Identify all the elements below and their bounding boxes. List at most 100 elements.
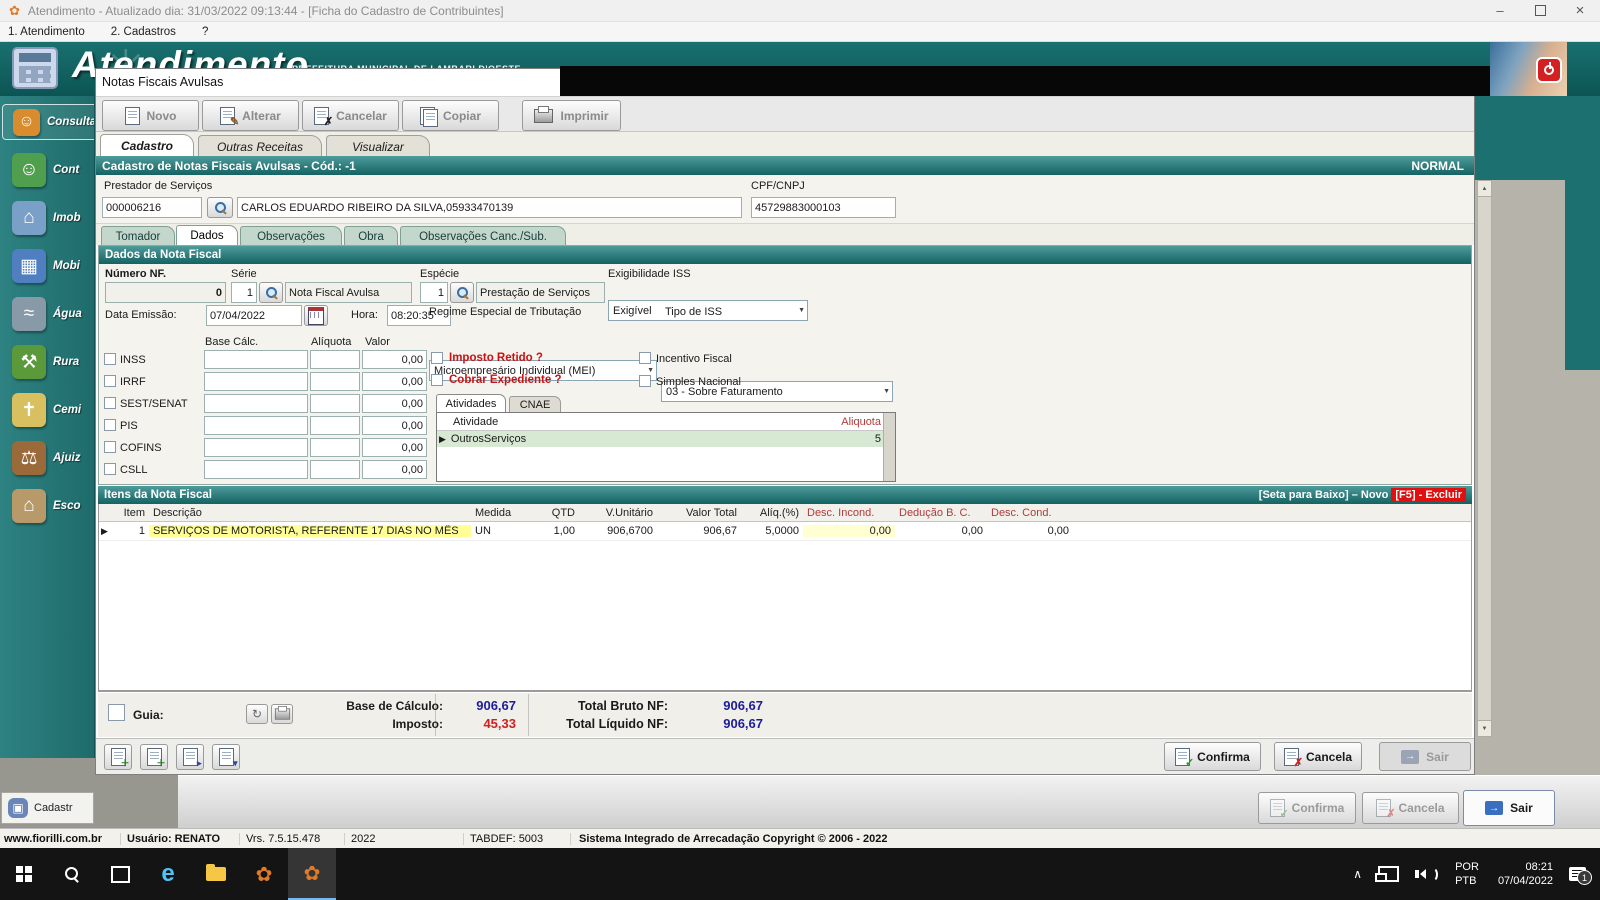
- pis-checkbox[interactable]: [104, 419, 116, 431]
- scroll-up-button[interactable]: ▲: [1478, 181, 1491, 197]
- alterar-button[interactable]: ✎ Alterar: [202, 100, 299, 131]
- atividades-scroll-strip[interactable]: [883, 413, 895, 481]
- data-emissao-field[interactable]: 07/04/2022: [206, 305, 302, 326]
- tab-tomador[interactable]: Tomador: [101, 226, 175, 246]
- sidebar-item-ajuizamento[interactable]: ⚖ Ajuiz: [2, 436, 94, 480]
- irrf-checkbox[interactable]: [104, 375, 116, 387]
- tab-outras-receitas[interactable]: Outras Receitas: [198, 135, 322, 157]
- record-nav-button-2[interactable]: ＋: [140, 744, 168, 770]
- outer-cancela-button[interactable]: ✗ Cancela: [1362, 792, 1459, 824]
- tab-cnae[interactable]: CNAE: [509, 396, 561, 412]
- sidebar-item-cemiterio[interactable]: ✝ Cemi: [2, 388, 94, 432]
- sidebar-item-imobiliario[interactable]: ⌂ Imob: [2, 196, 94, 240]
- incentivo-fiscal-checkbox[interactable]: [639, 352, 651, 364]
- prestador-codigo-field[interactable]: 000006216: [102, 197, 202, 218]
- cofins-aliquota-field[interactable]: [310, 438, 360, 457]
- record-nav-button-4[interactable]: ▾: [212, 744, 240, 770]
- confirma-button[interactable]: ✓ Confirma: [1164, 742, 1261, 771]
- sidebar-item-consulta[interactable]: ☺ Consulta: [2, 104, 94, 140]
- csll-base-field[interactable]: [204, 460, 308, 479]
- minimize-button[interactable]: –: [1480, 3, 1520, 18]
- start-button[interactable]: [0, 848, 48, 900]
- csll-valor-field[interactable]: 0,00: [362, 460, 427, 479]
- vertical-scrollbar[interactable]: ▲ ▼: [1477, 180, 1492, 737]
- tab-atividades[interactable]: Atividades: [436, 394, 506, 412]
- maximize-button[interactable]: [1520, 5, 1560, 16]
- csll-aliquota-field[interactable]: [310, 460, 360, 479]
- close-button[interactable]: ×: [1560, 2, 1600, 19]
- sest-aliquota-field[interactable]: [310, 394, 360, 413]
- menu-help[interactable]: ?: [202, 26, 208, 38]
- irrf-valor-field[interactable]: 0,00: [362, 372, 427, 391]
- novo-button[interactable]: Novo: [102, 100, 199, 131]
- tab-observacoes[interactable]: Observações: [240, 226, 342, 246]
- pis-aliquota-field[interactable]: [310, 416, 360, 435]
- tray-volume-button[interactable]: [1407, 848, 1446, 900]
- serie-field[interactable]: 1: [231, 282, 257, 303]
- cancelar-button[interactable]: ✗ Cancelar: [302, 100, 399, 131]
- calendar-button[interactable]: [304, 305, 328, 326]
- cobrar-expediente-checkbox[interactable]: [431, 374, 443, 386]
- taskbar-app1-button[interactable]: ✿: [240, 848, 288, 900]
- menu-cadastros[interactable]: 2. Cadastros: [111, 26, 176, 38]
- inss-aliquota-field[interactable]: [310, 350, 360, 369]
- taskbar-edge-button[interactable]: e: [144, 848, 192, 900]
- imprimir-button[interactable]: Imprimir: [522, 100, 621, 131]
- csll-checkbox[interactable]: [104, 463, 116, 475]
- guia-checkbox[interactable]: [108, 704, 125, 721]
- record-nav-button-3[interactable]: ▸: [176, 744, 204, 770]
- sest-valor-field[interactable]: 0,00: [362, 394, 427, 413]
- sair-button[interactable]: → Sair: [1379, 742, 1471, 771]
- cofins-valor-field[interactable]: 0,00: [362, 438, 427, 457]
- guia-refresh-button[interactable]: ↻: [246, 704, 268, 724]
- cancela-button[interactable]: ✗ Cancela: [1274, 742, 1362, 771]
- sidebar-item-mobiliario[interactable]: ▦ Mobi: [2, 244, 94, 288]
- pis-base-field[interactable]: [204, 416, 308, 435]
- tray-language[interactable]: POR PTB: [1446, 848, 1488, 900]
- tab-observacoes-canc[interactable]: Observações Canc./Sub.: [400, 226, 566, 246]
- taskbar-app2-button[interactable]: ✿: [288, 848, 336, 900]
- irrf-aliquota-field[interactable]: [310, 372, 360, 391]
- tray-clock[interactable]: 08:21 07/04/2022: [1488, 848, 1563, 900]
- cofins-checkbox[interactable]: [104, 441, 116, 453]
- sidebar-item-cadastro[interactable]: ▣ Cadastr: [1, 792, 94, 824]
- especie-search-button[interactable]: [450, 282, 474, 303]
- imposto-retido-checkbox[interactable]: [431, 352, 443, 364]
- especie-field[interactable]: 1: [420, 282, 448, 303]
- taskbar-search-button[interactable]: [48, 848, 96, 900]
- tab-cadastro[interactable]: Cadastro: [100, 134, 194, 157]
- sidebar-item-rural[interactable]: ⚒ Rura: [2, 340, 94, 384]
- inss-base-field[interactable]: [204, 350, 308, 369]
- serie-search-button[interactable]: [259, 282, 283, 303]
- tray-chevron-button[interactable]: ∧: [1345, 848, 1370, 900]
- menu-atendimento[interactable]: 1. Atendimento: [8, 26, 85, 38]
- pis-valor-field[interactable]: 0,00: [362, 416, 427, 435]
- sest-base-field[interactable]: [204, 394, 308, 413]
- numero-nf-field[interactable]: 0: [105, 282, 226, 303]
- cpf-cnpj-field[interactable]: 45729883000103: [751, 197, 896, 218]
- prestador-nome-field[interactable]: CARLOS EDUARDO RIBEIRO DA SILVA,05933470…: [237, 197, 742, 218]
- sidebar-item-escola[interactable]: ⌂ Esco: [2, 484, 94, 528]
- inss-valor-field[interactable]: 0,00: [362, 350, 427, 369]
- tab-dados[interactable]: Dados: [176, 225, 238, 246]
- guia-print-button[interactable]: [271, 704, 293, 724]
- scroll-down-button[interactable]: ▼: [1478, 720, 1491, 736]
- atividade-row[interactable]: ▶ OutrosServiços 5: [437, 431, 895, 447]
- tab-visualizar[interactable]: Visualizar: [326, 135, 430, 157]
- action-center-button[interactable]: 1: [1563, 848, 1600, 900]
- tray-network-button[interactable]: [1370, 848, 1407, 900]
- outer-sair-button[interactable]: → Sair: [1463, 790, 1555, 826]
- record-nav-button-1[interactable]: ＋: [104, 744, 132, 770]
- copiar-button[interactable]: Copiar: [402, 100, 499, 131]
- power-button-icon[interactable]: [1536, 57, 1562, 83]
- outer-confirma-button[interactable]: ✓ Confirma: [1258, 792, 1356, 824]
- sest-checkbox[interactable]: [104, 397, 116, 409]
- inss-checkbox[interactable]: [104, 353, 116, 365]
- cofins-base-field[interactable]: [204, 438, 308, 457]
- sidebar-item-agua[interactable]: ≈ Água: [2, 292, 94, 336]
- tab-obra[interactable]: Obra: [344, 226, 398, 246]
- taskbar-explorer-button[interactable]: [192, 848, 240, 900]
- item-row[interactable]: ▶ 1 SERVIÇOS DE MOTORISTA, REFERENTE 17 …: [99, 522, 1471, 541]
- sidebar-item-contribuinte[interactable]: ☺ Cont: [2, 148, 94, 192]
- simples-nacional-checkbox[interactable]: [639, 375, 651, 387]
